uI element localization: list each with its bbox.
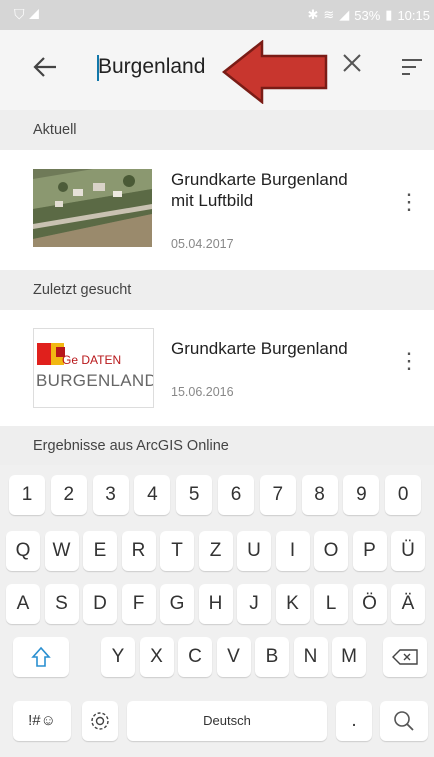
key-w[interactable]: W [44,531,79,571]
item-title: Grundkarte Burgenland [171,339,348,358]
logo-text-burgenland: BURGENLAND [36,371,154,390]
key-o[interactable]: O [314,531,348,571]
key-d[interactable]: D [83,584,117,624]
logo-text-geodaten: Ge DATEN [62,353,122,367]
key-z[interactable]: Z [198,531,233,571]
key-q[interactable]: Q [6,531,40,571]
key-1[interactable]: 1 [9,475,45,515]
sort-icon[interactable] [400,56,422,78]
status-icons-right: ✱ ≋ ◢ 53% ▮ 10:15 [307,7,430,23]
cell-signal-icon: ◢ [339,7,350,22]
section-title: Zuletzt gesucht [33,282,132,298]
key-9[interactable]: 9 [343,475,380,515]
clock: 10:15 [397,7,430,23]
key-6[interactable]: 6 [218,475,254,515]
status-icons-left: ⛉ ◢ [14,6,40,23]
key-j[interactable]: J [237,584,271,624]
period-key[interactable]: . [336,701,372,741]
backspace-key[interactable] [383,637,427,677]
key-3[interactable]: 3 [92,475,129,515]
list-item-recent[interactable]: Ge DATEN BURGENLAND Grundkarte Burgenlan… [0,310,434,426]
section-header-current: Aktuell [0,110,434,150]
key-k[interactable]: K [275,584,310,624]
key-b[interactable]: B [255,637,289,677]
settings-key[interactable] [82,701,118,741]
search-icon [394,711,414,731]
key-p[interactable]: P [352,531,387,571]
search-key[interactable] [380,701,428,741]
aerial-thumbnail [33,169,152,247]
key-5[interactable]: 5 [176,475,213,515]
annotation-arrow [222,40,328,104]
key-7[interactable]: 7 [259,475,296,515]
battery-percent: 53% [354,7,381,23]
flag-icon [37,343,65,365]
status-bar: ⛉ ◢ ✱ ≋ ◢ 53% ▮ 10:15 [0,0,434,30]
clear-icon[interactable] [339,50,365,83]
more-vert-icon[interactable]: ⋮ [398,191,420,227]
item-date: 15.06.2016 [171,385,234,399]
key-g[interactable]: G [160,584,194,624]
key-l[interactable]: L [314,584,348,624]
key-y[interactable]: Y [101,637,135,677]
shield-icon: ⛉ [14,6,25,22]
key-f[interactable]: F [121,584,156,624]
key-i[interactable]: I [275,531,310,571]
key-e[interactable]: E [83,531,117,571]
key-r[interactable]: R [121,531,156,571]
search-bar: Burgenland [0,30,434,110]
key-8[interactable]: 8 [301,475,338,515]
more-vert-icon[interactable]: ⋮ [398,350,420,386]
signal-icon: ◢ [28,6,40,22]
key-4[interactable]: 4 [134,475,171,515]
wifi-icon: ≋ [323,7,335,22]
key-v[interactable]: V [216,637,251,677]
bluetooth-icon: ✱ [307,7,319,22]
key-a[interactable]: A [6,584,40,624]
item-title: Grundkarte Burgenland mit Luftbild [171,170,348,210]
section-title: Ergebnisse aus ArcGIS Online [33,438,229,454]
search-input[interactable]: Burgenland [98,55,205,79]
key-ä[interactable]: Ä [391,584,425,624]
symbols-key[interactable]: !#☺ [13,701,71,741]
key-u[interactable]: U [237,531,271,571]
key-s[interactable]: S [44,584,79,624]
on-screen-keyboard: 1234567890 QWERTZUIOPÜ ASDFGHJKLÖÄ YXCVB… [0,465,434,757]
key-x[interactable]: X [139,637,174,677]
battery-icon: ▮ [385,7,393,22]
space-key[interactable]: Deutsch [127,701,327,741]
gear-icon [91,712,109,730]
key-ö[interactable]: Ö [352,584,387,624]
geodaten-logo: Ge DATEN BURGENLAND [33,328,154,408]
item-date: 05.04.2017 [171,237,234,251]
key-c[interactable]: C [178,637,212,677]
section-header-results: Ergebnisse aus ArcGIS Online [0,426,434,466]
key-t[interactable]: T [160,531,194,571]
key-n[interactable]: N [293,637,328,677]
key-2[interactable]: 2 [50,475,87,515]
key-0[interactable]: 0 [385,475,422,515]
section-title: Aktuell [33,122,77,138]
shift-key[interactable] [13,637,69,677]
back-arrow-icon[interactable] [30,52,62,84]
key-h[interactable]: H [198,584,233,624]
section-header-recent: Zuletzt gesucht [0,270,434,310]
key-ü[interactable]: Ü [391,531,425,571]
list-item-current[interactable]: Grundkarte Burgenland mit Luftbild 05.04… [0,150,434,270]
key-m[interactable]: M [332,637,366,677]
